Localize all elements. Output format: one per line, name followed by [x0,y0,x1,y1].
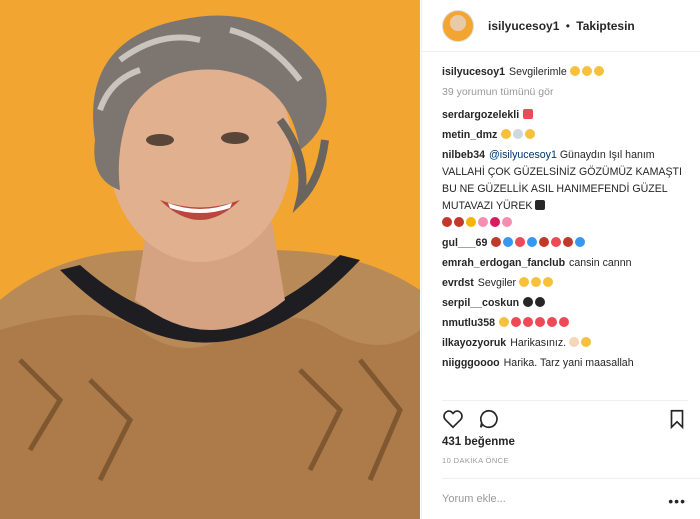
comment-text: Harika. Tarz yani maasallah [503,357,634,369]
caption: isilyucesoy1 Sevgilerimle [442,64,692,81]
caption-text: Sevgilerimle [509,66,567,78]
tulip-icon [490,217,500,227]
post-panel: isilyucesoy1 • Takiptesin isilyucesoy1 Se… [421,0,700,519]
comment-item: metin_dmz [442,127,692,144]
black-heart-icon [523,297,534,307]
heart-icon [551,237,562,247]
comment-item: serdargozelekli [442,107,692,124]
ok-hand-icon [581,337,592,347]
bookmark-icon[interactable] [666,408,688,430]
heart-eyes-emoji-icon [543,277,554,287]
flower-icon [466,217,476,227]
comment-item: evrdst Sevgiler [442,275,692,292]
header-text: isilyucesoy1 • Takiptesin [488,19,635,33]
rose-icon [454,217,464,227]
thumbs-up-icon [501,129,512,139]
follow-status-button[interactable]: Takiptesin [576,19,634,33]
comment-username[interactable]: serpil__coskun [442,297,519,309]
clapping-hands-icon [569,337,580,347]
blossom-icon [478,217,488,227]
likes-count[interactable]: 431 beğenme [442,436,515,448]
heart-icon [522,317,533,327]
comment-username[interactable]: ilkayozyoruk [442,337,506,349]
comment-username[interactable]: niigggoooo [442,357,500,369]
add-comment-input[interactable]: Yorum ekle... ••• [442,478,700,519]
header-separator: • [565,18,570,33]
post-photo[interactable] [0,0,420,519]
comment-text: Sevgiler [477,277,517,289]
heart-icon [546,317,557,327]
winking-kiss-emoji-icon [569,66,580,76]
comment-item: niigggoooo Harika. Tarz yani maasallah [442,355,692,372]
heart-eyes-emoji-icon [519,277,530,287]
avatar[interactable] [442,9,474,42]
comment-item: gul___69 [442,235,692,252]
comment-mention[interactable]: @isilyucesoy1 [489,149,557,161]
comment-username[interactable]: serdargozelekli [442,109,519,121]
blue-heart-icon [575,237,586,247]
comments-list[interactable]: isilyucesoy1 Sevgilerimle 39 yorumun tümü… [442,64,692,394]
rose-icon [491,237,502,247]
blue-heart-icon [527,237,538,247]
comment-item: emrah_erdogan_fanclub cansin cannn [442,255,692,272]
coffee-icon [513,129,524,139]
black-heart-icon [535,200,546,210]
comment-item: nmutlu358 [442,315,692,332]
comment-item: nilbeb34 @isilyucesoy1 Günaydın Işıl hanı… [442,147,692,232]
rose-icon [539,237,550,247]
lips-icon [442,217,452,227]
heart-icon [534,317,545,327]
view-all-comments-link[interactable]: 39 yorumun tümünü gör [442,84,692,101]
portrait-illustration [0,0,420,519]
comment-username[interactable]: evrdst [442,277,474,289]
blue-heart-icon [503,237,514,247]
action-bar [442,400,688,430]
comment-username[interactable]: metin_dmz [442,129,497,141]
winking-kiss-emoji-icon [581,66,592,76]
heart-eyes-emoji-icon [525,129,536,139]
caption-username[interactable]: isilyucesoy1 [442,66,505,78]
comment-item: serpil__coskun [442,295,692,312]
heart-icon [523,109,534,119]
comment-username[interactable]: gul___69 [442,237,487,249]
more-options-icon[interactable]: ••• [668,493,686,509]
comment-text: cansin cannn [569,257,632,269]
comment-username[interactable]: nmutlu358 [442,317,495,329]
header-username[interactable]: isilyucesoy1 [488,19,559,33]
add-comment-placeholder: Yorum ekle... [442,493,506,505]
heart-eyes-emoji-icon [531,277,542,287]
post-header: isilyucesoy1 • Takiptesin [422,0,700,52]
comment-username[interactable]: emrah_erdogan_fanclub [442,257,565,269]
post-timestamp: 10 DAKİKA ÖNCE [442,456,509,465]
comment-icon[interactable] [478,408,500,430]
black-heart-icon [535,297,546,307]
heart-icon [558,317,569,327]
heart-icon [510,317,521,327]
comment-item: ilkayozyoruk Harikasınız. [442,335,692,352]
heart-icon [515,237,526,247]
heart-icon[interactable] [442,408,464,430]
winking-kiss-emoji-icon [593,66,604,76]
rose-icon [563,237,574,247]
hibiscus-icon [502,217,512,227]
kiss-emoji-icon [498,317,509,327]
comment-username[interactable]: nilbeb34 [442,149,485,161]
comment-text: Harikasınız. [510,337,567,349]
